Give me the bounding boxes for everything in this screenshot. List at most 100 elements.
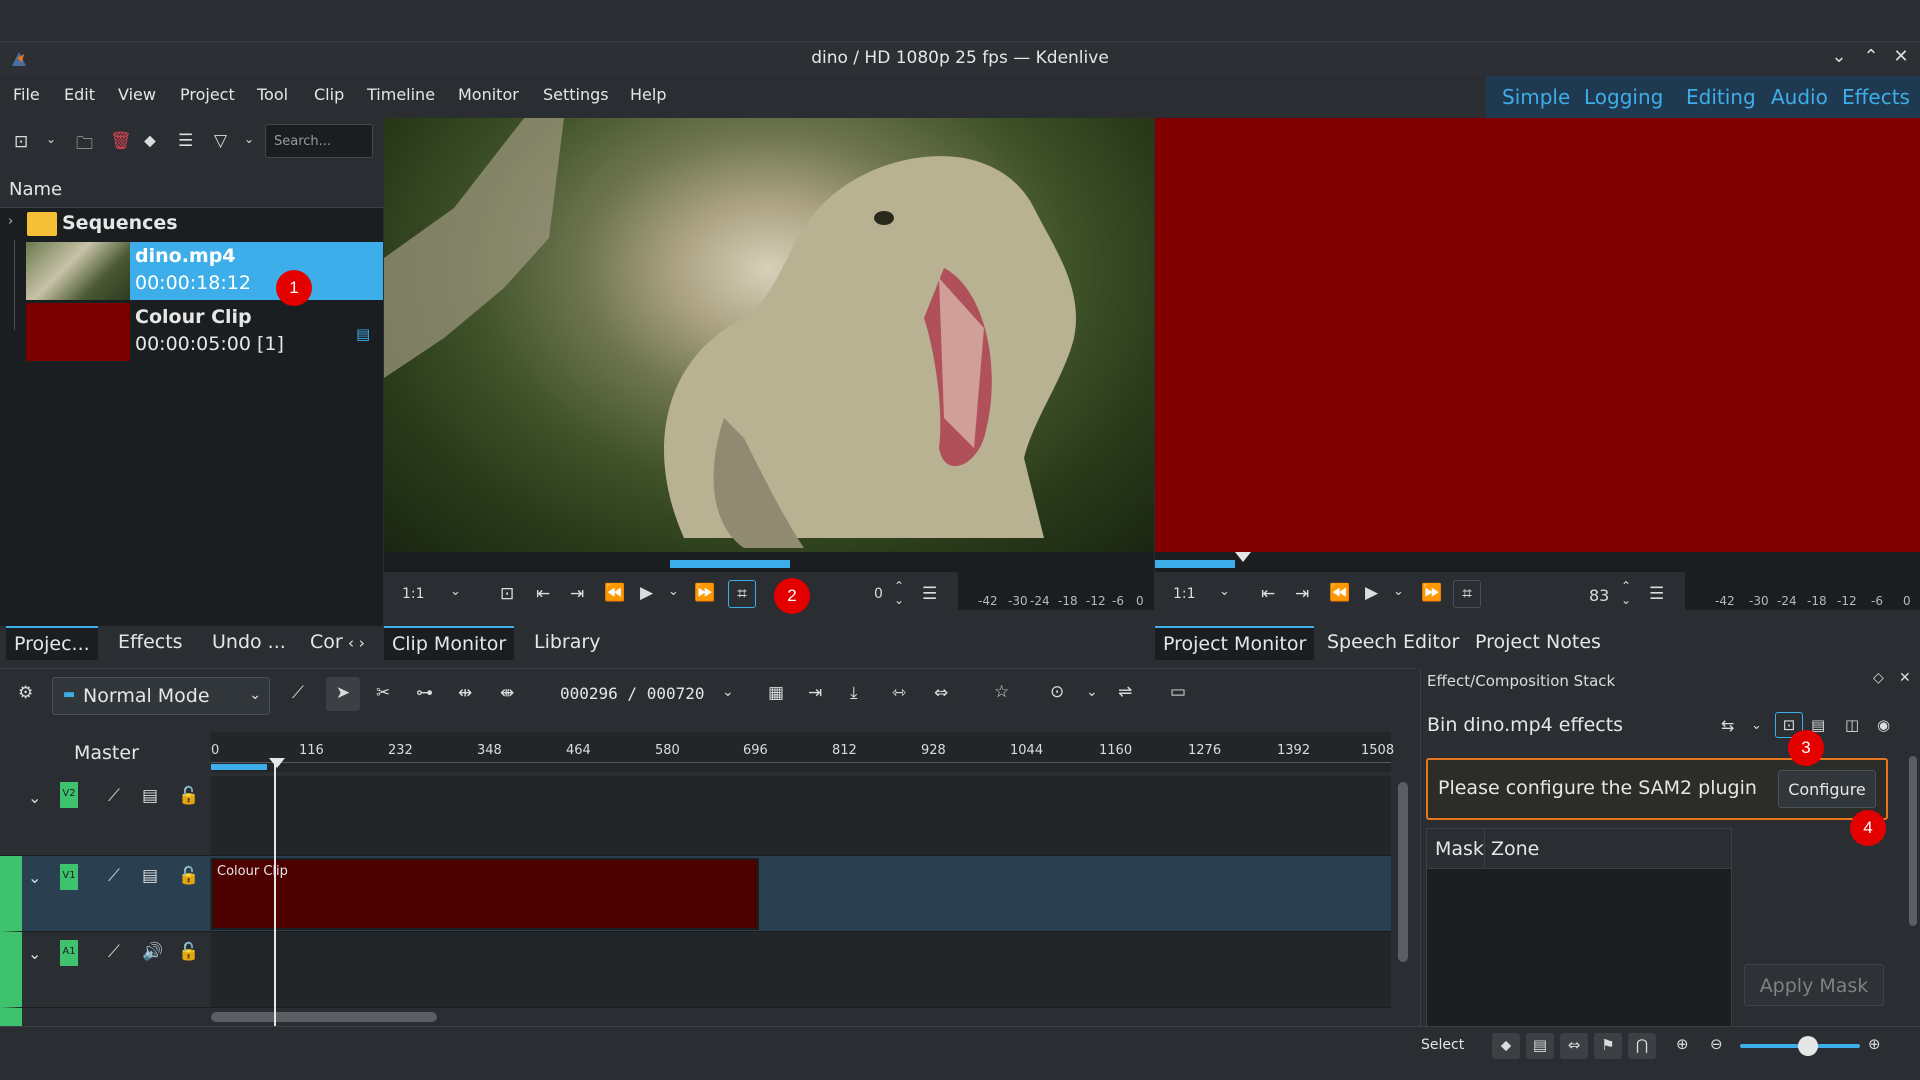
zone-marker[interactable] (211, 764, 267, 770)
tab-undo[interactable]: Undo ... (204, 626, 294, 660)
close-icon[interactable]: ✕ (1888, 46, 1914, 72)
rewind-icon[interactable]: ⏪ (604, 583, 625, 603)
speaker-icon[interactable]: 🔊 (142, 942, 163, 962)
timeline-clip-colour[interactable]: Colour Clip (211, 858, 759, 930)
float-icon[interactable]: ◇ (1873, 670, 1884, 686)
chevron-down-icon[interactable]: ⌄ (1393, 584, 1404, 599)
subtitle-icon[interactable]: ▭ (1170, 682, 1186, 702)
magic-wand-icon[interactable]: ⟋ (108, 942, 120, 962)
composite-icon[interactable]: ▦ (768, 683, 784, 703)
chevron-down-icon[interactable]: ⌄ (450, 584, 461, 599)
layout-simple[interactable]: Simple (1502, 85, 1570, 109)
apply-mask-button[interactable]: Apply Mask (1744, 964, 1884, 1006)
zoom-in-icon[interactable]: ⊕ (1868, 1035, 1881, 1053)
position-spinbox[interactable]: 83 (1589, 586, 1609, 605)
menu-clip[interactable]: Clip (314, 85, 344, 104)
delete-icon[interactable]: 🗑 (110, 131, 132, 151)
mixer-icon[interactable]: ⇌ (1118, 682, 1132, 702)
track-lane-a1[interactable] (211, 932, 1391, 1008)
menu-tool[interactable]: Tool (257, 85, 288, 104)
clip-monitor-ruler[interactable] (384, 552, 1154, 572)
zone-marker[interactable] (1155, 560, 1235, 568)
menu-settings[interactable]: Settings (543, 85, 609, 104)
lock-icon[interactable]: 🔓 (178, 866, 199, 886)
record-icon[interactable]: ⊙ (1050, 682, 1064, 702)
forward-icon[interactable]: ⏩ (694, 583, 715, 603)
chevron-down-icon[interactable]: ⌄ (722, 684, 734, 700)
bin-folder-sequences[interactable]: › Sequences (0, 208, 383, 240)
lift-icon[interactable]: ⇔ (934, 683, 948, 703)
edit-mode-select[interactable]: ▬ Normal Mode ⌄ (52, 677, 270, 715)
zoom-select[interactable]: 1:1 (1173, 586, 1196, 602)
lock-icon[interactable]: 🔓 (178, 786, 199, 806)
star-icon[interactable]: ☆ (994, 682, 1009, 702)
zoom-fit-icon[interactable]: ⊕ (1676, 1035, 1689, 1053)
menu-file[interactable]: File (13, 85, 40, 104)
close-icon[interactable]: ✕ (1899, 670, 1911, 686)
play-icon[interactable]: ▶ (1365, 583, 1378, 603)
master-label[interactable]: Master (74, 742, 139, 764)
zoom-select[interactable]: 1:1 (402, 586, 425, 602)
chevron-down-icon[interactable]: ⌄ (28, 944, 41, 963)
chevron-right-icon[interactable]: › (8, 214, 13, 229)
menu-timeline[interactable]: Timeline (367, 85, 435, 104)
track-tag[interactable]: V1 (60, 864, 78, 890)
forward-icon[interactable]: ⏩ (1421, 583, 1442, 603)
menu-view[interactable]: View (118, 85, 156, 104)
set-in-icon[interactable]: ⇤ (1261, 584, 1275, 604)
timeline-playhead[interactable] (274, 762, 276, 1026)
cut-tool-icon[interactable]: ✂ (376, 683, 390, 703)
crop-icon[interactable]: ⌗ (728, 580, 756, 608)
film-icon[interactable]: ▤ (1526, 1033, 1554, 1059)
tag-icon[interactable]: ⬥ (144, 131, 156, 151)
list-item-dino[interactable]: dino.mp4 00:00:18:12 (26, 242, 383, 300)
chevron-down-icon[interactable]: ⌄ (1086, 684, 1098, 700)
settings-sliders-icon[interactable]: ⚙ (18, 683, 33, 703)
split-audio-icon[interactable]: ⇔ (1560, 1033, 1588, 1059)
flag-icon[interactable]: ⚑ (1594, 1033, 1622, 1059)
eye-icon[interactable]: ◉ (1877, 716, 1890, 734)
zone-column-header[interactable]: Zone (1491, 838, 1539, 860)
tab-project-monitor[interactable]: Project Monitor (1155, 626, 1315, 660)
playhead-marker[interactable] (1235, 552, 1251, 562)
mask-column-header[interactable]: Mask (1435, 838, 1484, 860)
tab-project[interactable]: Projec... (6, 626, 98, 660)
fullscreen-icon[interactable]: ⊡ (500, 584, 514, 604)
menu-icon[interactable]: ☰ (1649, 584, 1664, 604)
chevron-down-icon[interactable]: ⌄ (1751, 718, 1762, 733)
slip-tool-icon[interactable]: ⇼ (500, 683, 514, 703)
track-tag[interactable]: V2 (60, 782, 78, 808)
tab-speech-editor[interactable]: Speech Editor (1319, 626, 1467, 660)
menu-help[interactable]: Help (630, 85, 666, 104)
project-monitor-video[interactable] (1155, 118, 1920, 552)
crop-icon[interactable]: ⌗ (1453, 580, 1481, 608)
set-out-icon[interactable]: ⇥ (570, 584, 584, 604)
layout-logging[interactable]: Logging (1584, 85, 1663, 109)
tab-effects[interactable]: Effects (110, 626, 191, 660)
menu-edit[interactable]: Edit (64, 85, 95, 104)
configure-button[interactable]: Configure (1778, 770, 1876, 808)
effect-stack-scrollbar[interactable] (1909, 756, 1917, 926)
tab-scroll-arrows-icon[interactable]: ‹ › (340, 626, 373, 660)
zone-marker[interactable] (670, 560, 790, 568)
playhead-marker[interactable] (269, 758, 285, 768)
chevron-down-icon[interactable]: ⌄ (46, 132, 56, 146)
film-icon[interactable]: ▤ (142, 866, 158, 886)
menu-icon[interactable]: ☰ (922, 584, 937, 604)
magic-wand-icon[interactable]: ⟋ (108, 786, 120, 806)
maximize-icon[interactable]: ⌃ (1858, 46, 1884, 72)
timeline-timecode[interactable]: 000296 / 000720 (560, 684, 705, 703)
ripple-tool-icon[interactable]: ⇹ (458, 683, 472, 703)
filter-icon[interactable]: ▽ (214, 131, 227, 151)
menu-project[interactable]: Project (180, 85, 235, 104)
lock-icon[interactable]: 🔓 (178, 942, 199, 962)
magnet-icon[interactable]: ⋂ (1628, 1033, 1656, 1059)
chevron-down-icon[interactable]: ⌄ (28, 868, 41, 887)
zoom-slider-handle[interactable] (1798, 1036, 1818, 1056)
overwrite-icon[interactable]: ⤓ (850, 683, 858, 703)
set-in-icon[interactable]: ⇤ (536, 584, 550, 604)
minimize-icon[interactable]: ⌄ (1826, 46, 1852, 72)
name-column-header[interactable]: Name (9, 179, 62, 200)
bin-search-input[interactable]: Search... (265, 124, 373, 158)
layout-effects[interactable]: Effects (1842, 85, 1910, 109)
